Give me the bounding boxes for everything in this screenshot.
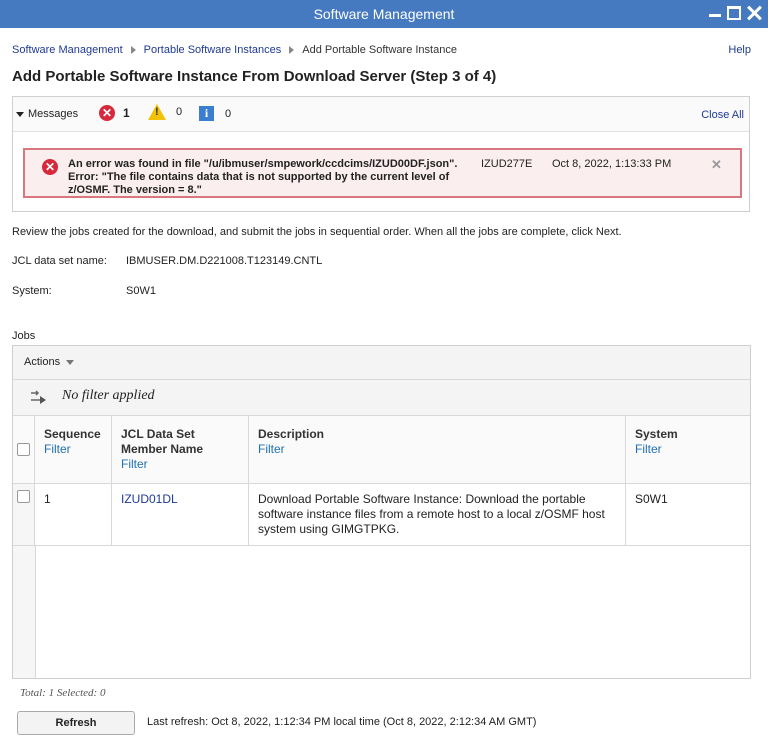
actions-label: Actions	[24, 356, 61, 368]
messages-panel: Messages ✕ 1 0 i 0 Close All ✕ An error …	[12, 96, 750, 212]
warning-count[interactable]: 0	[148, 104, 182, 120]
breadcrumb: Software Management Portable Software Ins…	[12, 44, 457, 56]
help-link[interactable]: Help	[728, 44, 751, 56]
column-label-system: System	[635, 427, 678, 441]
info-icon: i	[199, 106, 214, 121]
dismiss-icon[interactable]: ✕	[711, 157, 722, 173]
system-value: S0W1	[126, 285, 156, 297]
cell-member: IZUD01DL	[112, 484, 249, 546]
filter-arrows-icon[interactable]	[29, 389, 47, 405]
warning-icon	[148, 104, 166, 120]
table-row	[13, 484, 35, 546]
error-message-time: Oct 8, 2022, 1:13:33 PM	[552, 158, 672, 170]
cell-system: S0W1	[626, 484, 750, 546]
filter-link-system[interactable]: Filter	[635, 442, 678, 457]
warning-count-value: 0	[176, 106, 183, 118]
error-message: ✕ An error was found in file "/u/ibmuser…	[23, 148, 742, 198]
info-count[interactable]: i 0	[199, 106, 231, 121]
close-icon[interactable]	[747, 6, 761, 20]
checkbox-column-fill	[13, 546, 35, 678]
column-label-member: JCL Data Set Member Name	[121, 427, 204, 456]
filter-status: No filter applied	[62, 388, 155, 403]
error-count[interactable]: ✕ 1	[99, 105, 130, 121]
error-message-text: An error was found in file "/u/ibmuser/s…	[68, 158, 458, 196]
actions-menu[interactable]: Actions	[24, 356, 75, 368]
expand-triangle-icon	[16, 111, 24, 117]
system-cell-value: S0W1	[635, 492, 668, 506]
column-header-description[interactable]: Description Filter	[249, 416, 626, 484]
window-title: Software Management	[313, 6, 455, 22]
sequence-value: 1	[44, 492, 51, 506]
member-link[interactable]: IZUD01DL	[121, 492, 178, 507]
jobs-toolbar: Actions	[13, 346, 750, 380]
row-checkbox[interactable]	[17, 490, 30, 503]
close-all-link[interactable]: Close All	[701, 109, 744, 121]
breadcrumb-link-portable-software-instances[interactable]: Portable Software Instances	[144, 44, 282, 56]
error-icon: ✕	[99, 105, 115, 121]
filter-link-sequence[interactable]: Filter	[44, 442, 101, 457]
title-bar: Software Management	[0, 0, 768, 28]
filter-bar: No filter applied	[13, 380, 750, 416]
column-header-system[interactable]: System Filter	[626, 416, 750, 484]
breadcrumb-link-software-management[interactable]: Software Management	[12, 44, 123, 56]
maximize-icon[interactable]	[727, 6, 741, 20]
jcl-label: JCL data set name:	[12, 255, 107, 267]
breadcrumb-current: Add Portable Software Instance	[302, 44, 457, 56]
column-label-sequence: Sequence	[44, 427, 101, 441]
minimize-icon[interactable]	[708, 6, 722, 20]
jobs-label: Jobs	[12, 330, 36, 342]
messages-toggle-label: Messages	[28, 108, 79, 120]
totals: Total: 1 Selected: 0	[20, 687, 106, 699]
page-title: Add Portable Software Instance From Down…	[12, 68, 497, 85]
jobs-table: Actions No filter applied Sequence Filter…	[12, 345, 751, 679]
last-refresh: Last refresh: Oct 8, 2022, 1:12:34 PM lo…	[147, 716, 537, 728]
breadcrumb-separator-icon	[130, 46, 136, 55]
error-count-value: 1	[123, 106, 130, 120]
chevron-down-icon	[66, 359, 75, 365]
column-label-description: Description	[258, 427, 325, 441]
info-count-value: 0	[225, 107, 232, 120]
cell-sequence: 1	[35, 484, 112, 546]
system-label: System:	[12, 285, 52, 297]
description-value: Download Portable Software Instance: Dow…	[258, 492, 605, 536]
jcl-value: IBMUSER.DM.D221008.T123149.CNTL	[126, 255, 323, 267]
cell-description: Download Portable Software Instance: Dow…	[249, 484, 626, 546]
refresh-button[interactable]: Refresh	[17, 711, 135, 735]
column-header-sequence[interactable]: Sequence Filter	[35, 416, 112, 484]
select-all-header	[13, 416, 35, 484]
filter-link-member[interactable]: Filter	[121, 457, 231, 472]
error-message-code: IZUD277E	[481, 158, 533, 170]
select-all-checkbox[interactable]	[17, 443, 30, 456]
breadcrumb-separator-icon	[289, 46, 295, 55]
error-icon: ✕	[42, 159, 58, 175]
instructions: Review the jobs created for the download…	[12, 226, 622, 238]
messages-toggle[interactable]: Messages	[16, 108, 78, 120]
column-divider	[35, 546, 36, 678]
messages-bar: Messages ✕ 1 0 i 0 Close All	[13, 97, 749, 132]
column-header-member[interactable]: JCL Data Set Member Name Filter	[112, 416, 249, 484]
filter-link-description[interactable]: Filter	[258, 442, 324, 457]
